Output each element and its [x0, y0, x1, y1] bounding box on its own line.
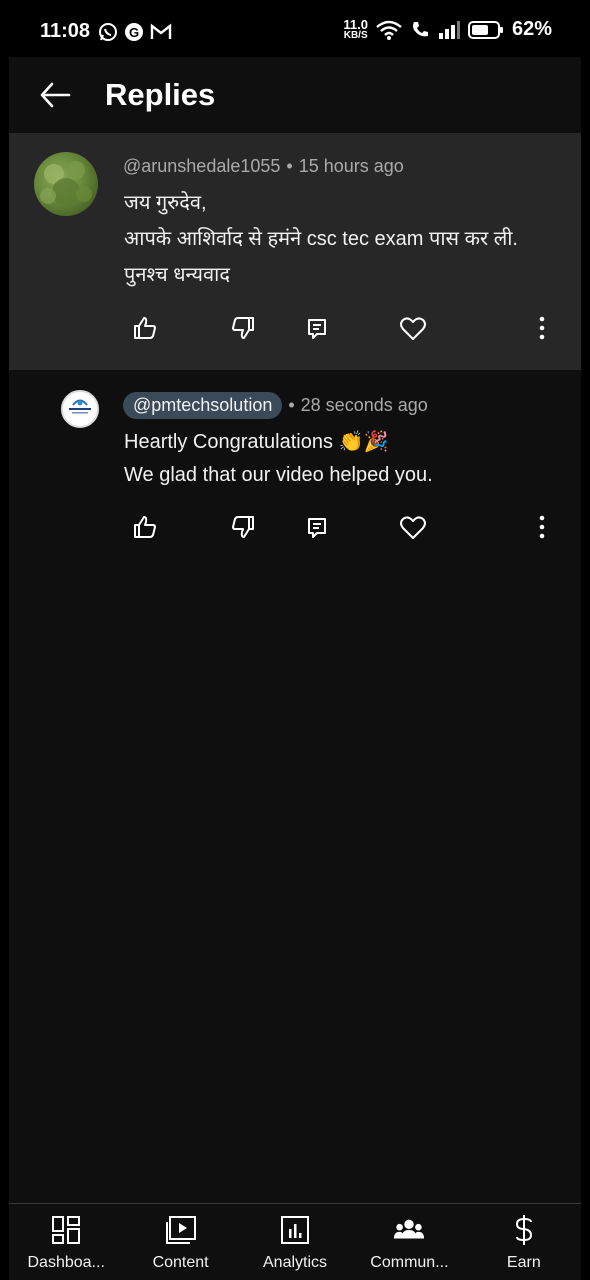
- signal-icon: [438, 20, 460, 39]
- system-status: 11.0 KB/S 62%: [343, 18, 552, 41]
- analytics-icon: [279, 1214, 311, 1246]
- app-screen: Replies @arunshedale1055 • 15 hours ago …: [9, 57, 581, 1280]
- heart-icon: [400, 317, 426, 340]
- avatar[interactable]: [34, 152, 98, 216]
- reply-comment-icon: [308, 319, 326, 339]
- heart-button[interactable]: [393, 507, 433, 547]
- comment-time: 15 hours ago: [298, 156, 404, 176]
- bottom-navigation: Dashboa... Content Analytics Commun... E…: [9, 1203, 581, 1280]
- comment-text: Heartly Congratulations 👏🎉 We glad that …: [124, 431, 433, 486]
- avatar-image: [40, 161, 92, 206]
- creator-handle-chip[interactable]: @pmtechsolution: [123, 392, 283, 419]
- dashboard-icon: [50, 1214, 82, 1246]
- nav-label: Commun...: [370, 1254, 449, 1271]
- wifi-icon: [376, 20, 402, 40]
- gmail-icon: [150, 23, 172, 39]
- comment-text: जय गुरुदेव, आपके आशिर्वाद से हमंने csc t…: [124, 192, 518, 286]
- more-vert-icon: [539, 316, 545, 340]
- dislike-button[interactable]: [223, 507, 263, 547]
- nav-label: Dashboa...: [27, 1254, 105, 1271]
- earn-icon: [508, 1214, 540, 1246]
- comment-actions: [9, 507, 581, 547]
- thumbs-down-icon: [232, 317, 254, 339]
- nav-label: Analytics: [263, 1254, 328, 1271]
- reply-button[interactable]: [297, 507, 337, 547]
- battery-icon: [467, 20, 503, 39]
- whatsapp-icon: [99, 23, 117, 41]
- back-button[interactable]: [35, 77, 75, 113]
- status-bar: 11:08 G 11.0 KB/S 62%: [0, 0, 590, 60]
- thumbs-up-icon: [134, 317, 156, 339]
- thumbs-down-icon: [232, 516, 254, 538]
- google-icon: G: [125, 23, 143, 41]
- arrow-left-icon: [40, 82, 71, 108]
- reply-comment-icon: [308, 518, 326, 538]
- comment-author[interactable]: @arunshedale1055: [123, 156, 280, 177]
- nav-content[interactable]: Content: [123, 1204, 237, 1280]
- meta-separator: •: [286, 156, 293, 176]
- notification-icons: G: [98, 22, 172, 42]
- like-button[interactable]: [125, 308, 165, 348]
- heart-button[interactable]: [393, 308, 433, 348]
- meta-separator: •: [288, 395, 295, 415]
- battery-percent: 62%: [511, 18, 552, 40]
- thumbs-up-icon: [134, 516, 156, 538]
- more-options-button[interactable]: [522, 308, 562, 348]
- more-options-button[interactable]: [522, 507, 562, 547]
- comment-meta: @arunshedale1055 • 15 hours ago: [123, 156, 404, 177]
- dislike-button[interactable]: [223, 308, 263, 348]
- channel-avatar[interactable]: [61, 390, 99, 428]
- status-time: 11:08: [40, 20, 91, 42]
- page-title: Replies: [105, 77, 216, 112]
- nav-label: Content: [152, 1254, 209, 1271]
- svg-text:G: G: [129, 25, 139, 40]
- top-app-bar: Replies: [9, 57, 581, 133]
- nav-label: Earn: [506, 1254, 541, 1271]
- nav-dashboard[interactable]: Dashboa...: [9, 1204, 123, 1280]
- comment-actions: [9, 308, 581, 348]
- heart-icon: [400, 516, 426, 539]
- like-button[interactable]: [125, 507, 165, 547]
- community-icon: [393, 1214, 425, 1246]
- comment-meta: @pmtechsolution • 28 seconds ago: [123, 392, 428, 419]
- reply-comment: @pmtechsolution • 28 seconds ago Heartly…: [9, 370, 581, 570]
- nav-community[interactable]: Commun...: [352, 1204, 466, 1280]
- call-icon: [412, 21, 428, 36]
- reply-button[interactable]: [297, 308, 337, 348]
- comment-time: 28 seconds ago: [300, 395, 428, 415]
- more-vert-icon: [539, 515, 545, 539]
- network-speed: 11.0 KB/S: [343, 17, 368, 41]
- channel-logo: [69, 399, 91, 414]
- nav-earn[interactable]: Earn: [467, 1204, 581, 1280]
- content-icon: [165, 1214, 197, 1246]
- nav-analytics[interactable]: Analytics: [238, 1204, 352, 1280]
- parent-comment: @arunshedale1055 • 15 hours ago जय गुरुद…: [9, 133, 581, 370]
